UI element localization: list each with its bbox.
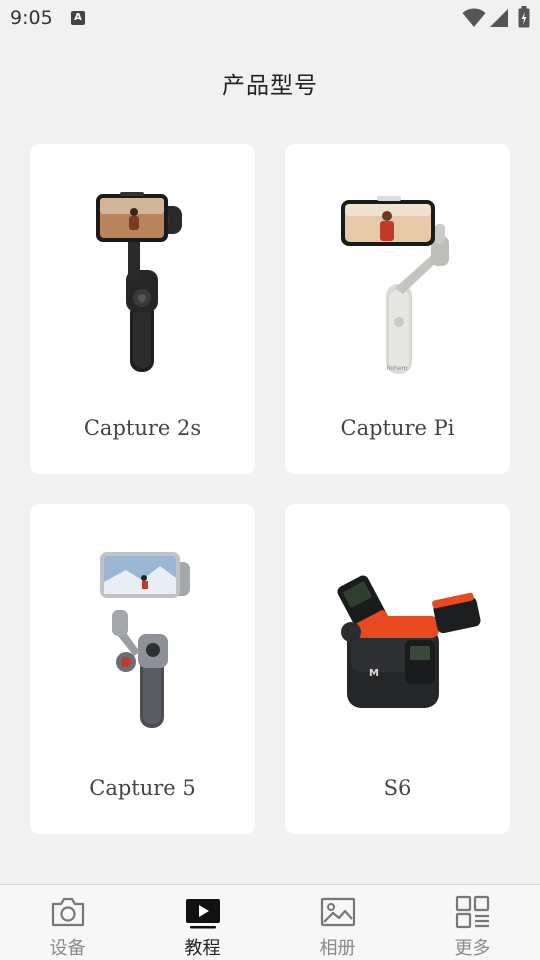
nav-item-album[interactable]: 相册 (270, 885, 405, 960)
s6-microphone-image: M (337, 575, 481, 708)
product-card-capture-pi[interactable]: hohem Capture Pi (285, 144, 510, 474)
status-time: 9:05 (10, 7, 53, 29)
svg-text:hohem: hohem (387, 365, 408, 372)
product-card-capture-2s[interactable]: Capture 2s (30, 144, 255, 474)
camera-icon (51, 897, 85, 927)
product-name: S6 (383, 776, 412, 800)
nav-label: 设备 (49, 938, 86, 959)
nav-label: 相册 (319, 938, 356, 959)
play-icon (186, 899, 220, 929)
product-card-s6[interactable]: M S6 (285, 504, 510, 834)
nav-item-more[interactable]: 更多 (405, 885, 540, 960)
capture-2s-gimbal-image (96, 192, 182, 372)
bottom-nav: 设备 教程 相册 更多 (0, 884, 540, 960)
status-bar: 9:05 A (0, 0, 540, 36)
battery-icon (518, 6, 530, 28)
product-name: Capture 5 (89, 776, 196, 800)
notification-a-icon: A (71, 11, 85, 25)
capture-5-gimbal-image (100, 552, 190, 728)
page-title: 产品型号 (222, 73, 318, 99)
nav-label: 更多 (454, 938, 491, 959)
nav-item-tutorial[interactable]: 教程 (135, 885, 270, 960)
svg-text:M: M (369, 668, 379, 679)
capture-pi-gimbal-image: hohem (341, 196, 449, 374)
product-name: Capture 2s (83, 416, 202, 440)
nav-item-device[interactable]: 设备 (0, 885, 135, 960)
image-icon (320, 897, 356, 927)
signal-icon (490, 9, 508, 27)
product-card-capture-5[interactable]: Capture 5 (30, 504, 255, 834)
wifi-icon (462, 8, 486, 27)
nav-label: 教程 (184, 938, 221, 959)
product-name: Capture Pi (340, 416, 455, 440)
more-grid-icon (455, 895, 490, 929)
